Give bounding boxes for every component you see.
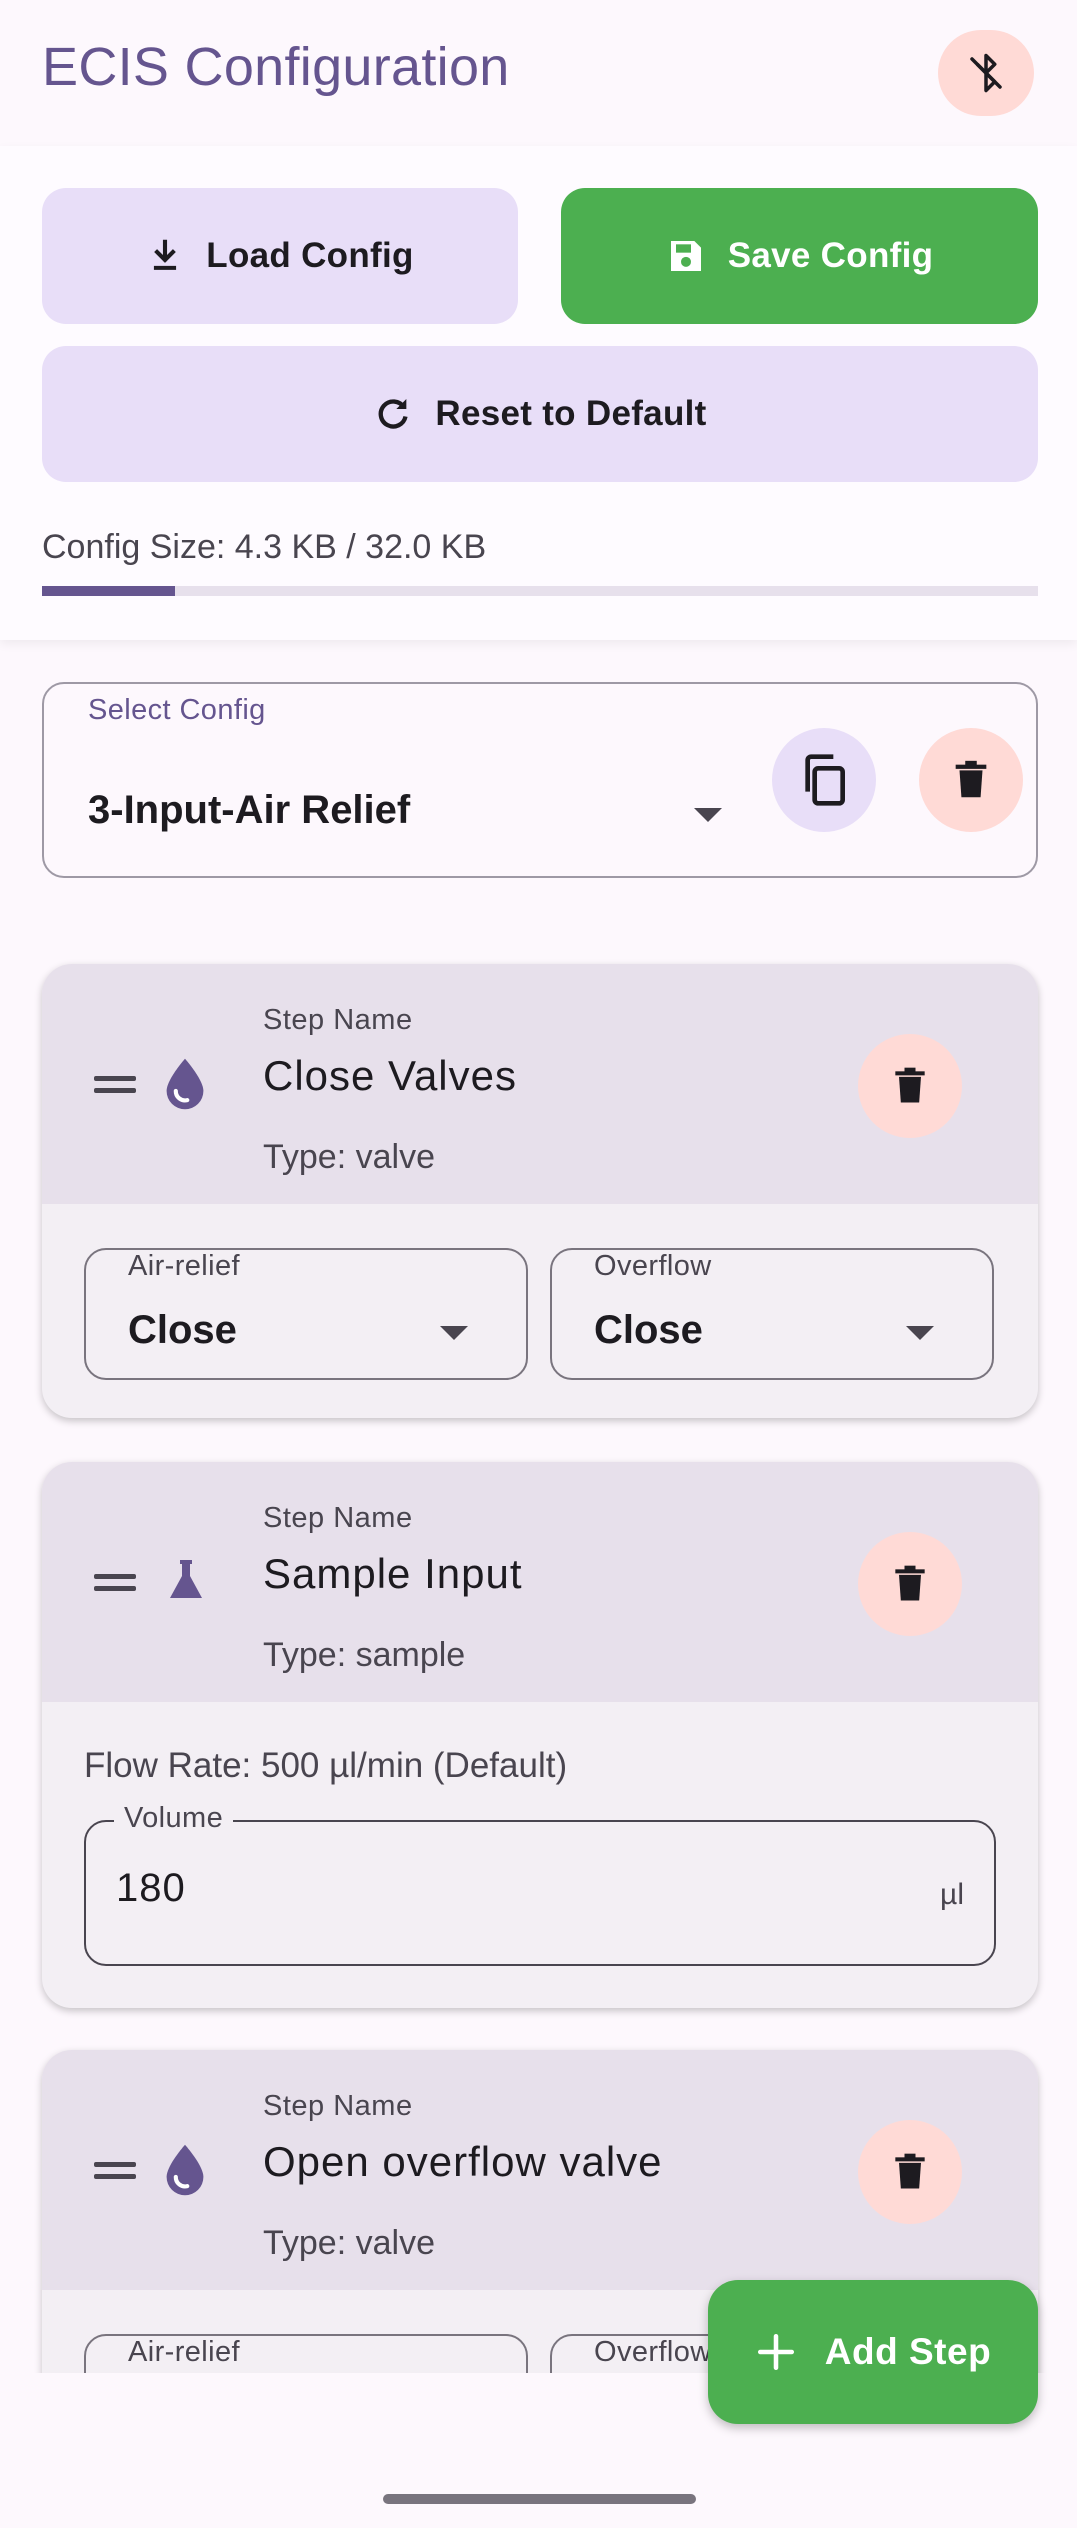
drag-handle-icon[interactable] [94,2162,136,2180]
chevron-down-icon [440,1326,468,1340]
step-card-header: Step Name Open overflow valve Type: valv… [42,2050,1038,2290]
flask-icon [170,1560,202,1598]
air-relief-label: Air-relief [128,2336,240,2368]
volume-unit: µl [940,1878,964,1911]
trash-icon [895,2153,925,2189]
step-name-label: Step Name [263,1502,413,1534]
step-card[interactable]: Step Name Close Valves Type: valve Air-r… [42,964,1038,1418]
delete-step-button[interactable] [858,1532,962,1636]
duplicate-config-button[interactable] [772,728,876,832]
overflow-dropdown[interactable]: Overflow Close [550,1248,994,1380]
flow-rate-text: Flow Rate: 500 µl/min (Default) [84,1746,568,1785]
save-config-button[interactable]: Save Config [561,188,1038,324]
delete-config-button[interactable] [919,728,1023,832]
water-drop-icon [166,1058,204,1110]
air-relief-label: Air-relief [128,1250,240,1282]
volume-value: 180 [116,1866,186,1910]
add-step-label: Add Step [824,2331,992,2372]
step-name-field[interactable]: Open overflow valve [263,2138,663,2186]
bluetooth-button[interactable] [938,30,1034,116]
step-type-text: Type: sample [263,1636,466,1674]
volume-input[interactable]: Volume 180 µl [84,1802,996,1966]
trash-icon [895,1565,925,1601]
air-relief-value: Close [128,1308,237,1352]
config-size-progress [42,586,1038,596]
app-title: ECIS Configuration [42,37,510,97]
plus-icon [757,2333,794,2371]
step-name-field[interactable]: Sample Input [263,1550,523,1598]
overflow-label: Overflow [594,2336,712,2368]
air-relief-dropdown[interactable]: Air-relief Close [84,1248,528,1380]
copy-icon [805,754,845,806]
chevron-down-icon [694,808,722,822]
overflow-value: Close [594,1308,703,1352]
chevron-down-icon [906,1326,934,1340]
config-size-progress-fill [42,586,176,596]
config-size-text: Config Size: 4.3 KB / 32.0 KB [42,528,487,566]
overflow-label: Overflow [594,1250,712,1282]
delete-step-button[interactable] [858,1034,962,1138]
save-icon [670,241,701,271]
select-config-label: Select Config [88,694,266,726]
refresh-icon [378,399,408,429]
step-card[interactable]: Step Name Sample Input Type: sample Flow… [42,1462,1038,2008]
delete-step-button[interactable] [858,2120,962,2224]
trash-icon [955,760,987,798]
load-config-label: Load Config [206,236,414,275]
download-icon [154,239,177,270]
load-config-button[interactable]: Load Config [42,188,518,324]
save-config-label: Save Config [727,236,934,275]
step-name-field[interactable]: Close Valves [263,1052,517,1100]
app-bar: ECIS Configuration [0,0,1077,140]
step-name-label: Step Name [263,1004,413,1036]
select-config-value: 3-Input-Air Relief [88,788,411,832]
step-card-header: Step Name Sample Input Type: sample [42,1462,1038,1702]
step-name-label: Step Name [263,2090,413,2122]
step-card-header: Step Name Close Valves Type: valve [42,964,1038,1204]
step-type-text: Type: valve [263,2224,435,2262]
reset-default-label: Reset to Default [435,394,707,433]
volume-label: Volume [114,1802,234,1835]
drag-handle-icon[interactable] [94,1574,136,1592]
drag-handle-icon[interactable] [94,1076,136,1094]
step-list: Step Name Close Valves Type: valve Air-r… [0,900,1077,2373]
bluetooth-disabled-icon [970,53,1002,93]
trash-icon [895,1067,925,1103]
reset-default-button[interactable]: Reset to Default [42,346,1038,482]
air-relief-dropdown[interactable]: Air-relief [84,2334,528,2373]
home-indicator[interactable] [383,2494,696,2504]
step-type-text: Type: valve [263,1138,435,1176]
select-config-dropdown[interactable]: Select Config 3-Input-Air Relief [42,682,1038,878]
add-step-button[interactable]: Add Step [708,2280,1038,2424]
water-drop-icon [166,2144,204,2196]
